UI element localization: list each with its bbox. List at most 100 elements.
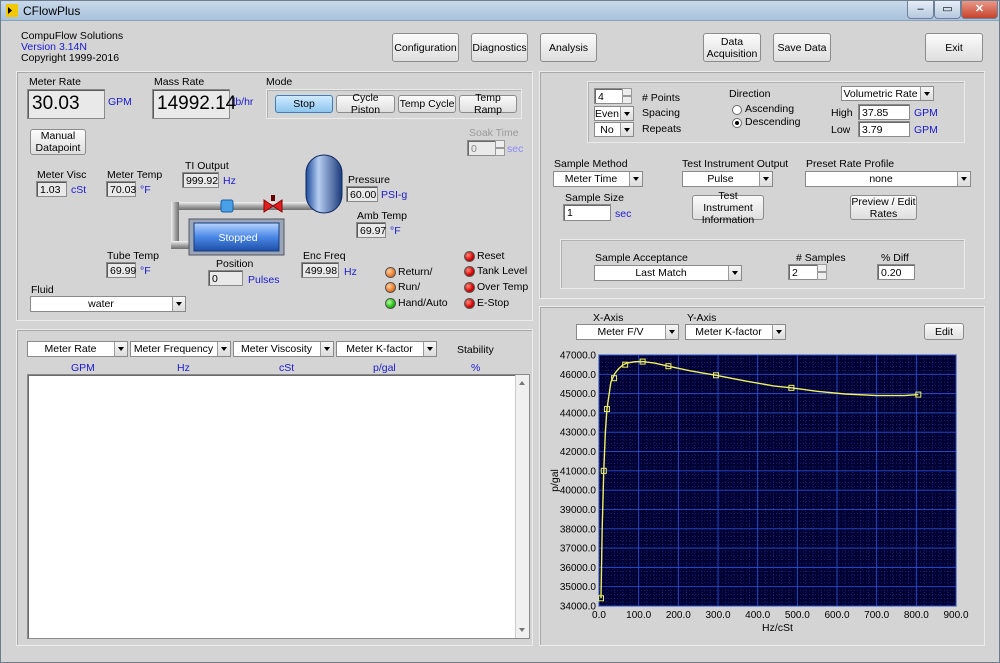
amb-temp-label: Amb Temp: [357, 210, 407, 222]
sample-size-input[interactable]: 1: [563, 204, 611, 221]
k-factor-chart[interactable]: 0.0 100.0 200.0 300.0 400.0 500.0 600.0 700.0 80…: [546, 345, 976, 640]
ascending-radio[interactable]: [732, 105, 742, 115]
soak-time-input[interactable]: 0: [467, 140, 497, 156]
sample-acceptance-select[interactable]: Last Match: [594, 265, 742, 281]
y-tick-label: 39000.0: [560, 505, 597, 516]
column-4-select[interactable]: Meter K-factor: [336, 341, 437, 357]
rate-type-select[interactable]: Volumetric Rate: [841, 86, 934, 101]
mode-cycle-piston-button[interactable]: Cycle Piston: [336, 92, 395, 116]
piping-diagram: Stopped: [171, 154, 343, 256]
fluid-value: water: [88, 298, 114, 310]
points-input[interactable]: 4: [594, 88, 624, 104]
maximize-button[interactable]: ▭: [934, 1, 961, 19]
y-axis-select[interactable]: Meter K-factor: [685, 324, 786, 340]
points-label: # Points: [642, 92, 680, 104]
descending-radio[interactable]: [732, 118, 742, 128]
direction-label: Direction: [729, 88, 771, 100]
mode-temp-cycle-button[interactable]: Temp Cycle: [398, 95, 456, 113]
run-led-label: Run/: [398, 281, 421, 293]
manual-datapoint-button[interactable]: Manual Datapoint: [30, 129, 86, 155]
meter-rate-label: Meter Rate: [29, 76, 81, 88]
y-tick-label: 41000.0: [560, 466, 597, 477]
minimize-button[interactable]: ‒: [907, 1, 934, 19]
close-button[interactable]: ✕: [961, 1, 998, 19]
meter-visc-display: 1.03: [36, 181, 67, 197]
mode-temp-ramp-button[interactable]: Temp Ramp: [459, 92, 517, 116]
fluid-select[interactable]: water: [30, 296, 186, 312]
tank-level-led: [464, 266, 475, 277]
chevron-down-icon: [759, 172, 772, 186]
meter-temp-label: Meter Temp: [107, 169, 163, 181]
chevron-down-icon: [320, 342, 333, 356]
data-acquisition-button[interactable]: Data Acquisition: [703, 33, 761, 62]
configuration-button[interactable]: Configuration: [392, 33, 459, 62]
num-samples-input[interactable]: 2: [788, 264, 818, 280]
y-tick-label: 44000.0: [560, 408, 597, 419]
pressure-label: Pressure: [348, 174, 391, 186]
x-tick-label: 800.0: [904, 610, 929, 621]
preview-line1: Preview / Edit: [851, 195, 916, 208]
table-scrollbar[interactable]: [515, 375, 529, 638]
y-tick-label: 40000.0: [560, 486, 597, 497]
num-samples-spinner[interactable]: [817, 264, 827, 280]
points-spinner[interactable]: [622, 88, 632, 104]
test-instrument-info-button[interactable]: Test Instrument Information: [692, 190, 764, 226]
test-instrument-output-select[interactable]: Pulse: [682, 171, 773, 187]
column-2-value: Meter Frequency: [133, 343, 214, 355]
pressure-tank-icon: [305, 154, 343, 214]
mode-stop-button[interactable]: Stop: [275, 95, 333, 113]
e-stop-led-label: E-Stop: [477, 297, 510, 309]
amb-temp-display: 69.97: [356, 222, 386, 238]
mode-label: Mode: [266, 76, 293, 88]
reset-led: [464, 251, 475, 262]
low-input[interactable]: 3.79: [858, 121, 910, 137]
app-icon: [6, 4, 18, 17]
high-input[interactable]: 37.85: [858, 104, 910, 120]
graph-edit-button[interactable]: Edit: [924, 323, 964, 340]
tube-temp-label: Tube Temp: [107, 250, 159, 262]
chevron-down-icon: [728, 266, 741, 280]
save-data-button[interactable]: Save Data: [773, 33, 831, 62]
x-axis-title: Hz/cSt: [762, 622, 793, 634]
scroll-down-icon[interactable]: [516, 624, 529, 636]
x-axis-select[interactable]: Meter F/V: [576, 324, 679, 340]
diagnostics-button[interactable]: Diagnostics: [471, 33, 528, 62]
preview-edit-rates-button[interactable]: Preview / Edit Rates: [850, 195, 917, 220]
tube-temp-display: 69.99: [106, 262, 136, 278]
minimize-icon: ‒: [917, 3, 924, 15]
preset-rate-profile-select[interactable]: none: [805, 171, 971, 187]
x-tick-label: 300.0: [705, 610, 730, 621]
sample-acceptance-value: Last Match: [635, 267, 687, 279]
enc-freq-display: 499.98: [301, 262, 339, 278]
sample-method-value: Meter Time: [564, 173, 618, 185]
pct-diff-input[interactable]: 0.20: [877, 264, 915, 280]
sample-method-select[interactable]: Meter Time: [553, 171, 643, 187]
mass-rate-unit: lb/hr: [233, 96, 254, 108]
column-4-value: Meter K-factor: [346, 343, 413, 355]
tank-level-led-label: Tank Level: [477, 265, 528, 277]
column-3-select[interactable]: Meter Viscosity: [233, 341, 334, 357]
y-tick-label: 45000.0: [560, 389, 597, 400]
analysis-button[interactable]: Analysis: [540, 33, 597, 62]
column-1-select[interactable]: Meter Rate: [27, 341, 128, 357]
e-stop-led: [464, 298, 475, 309]
data-table-listbox[interactable]: [27, 374, 530, 639]
tube-temp-unit: °F: [140, 265, 151, 277]
sample-size-unit: sec: [615, 208, 632, 220]
spacing-label: Spacing: [642, 107, 680, 119]
soak-time-spinner[interactable]: [495, 140, 505, 156]
spacing-select[interactable]: Even: [594, 106, 634, 121]
column-2-select[interactable]: Meter Frequency: [130, 341, 231, 357]
column-4-unit: p/gal: [373, 362, 396, 374]
x-tick-label: 700.0: [864, 610, 889, 621]
chevron-down-icon: [423, 342, 436, 356]
enc-freq-label: Enc Freq: [303, 250, 346, 262]
chevron-down-icon: [665, 325, 678, 339]
pressure-unit: PSI-g: [381, 189, 408, 201]
enc-freq-unit: Hz: [344, 266, 357, 278]
scroll-up-icon[interactable]: [516, 377, 529, 389]
reset-led-label: Reset: [477, 250, 505, 262]
pressure-display: 60.00: [346, 186, 378, 202]
repeats-select[interactable]: No: [594, 122, 634, 137]
exit-button[interactable]: Exit: [925, 33, 983, 62]
